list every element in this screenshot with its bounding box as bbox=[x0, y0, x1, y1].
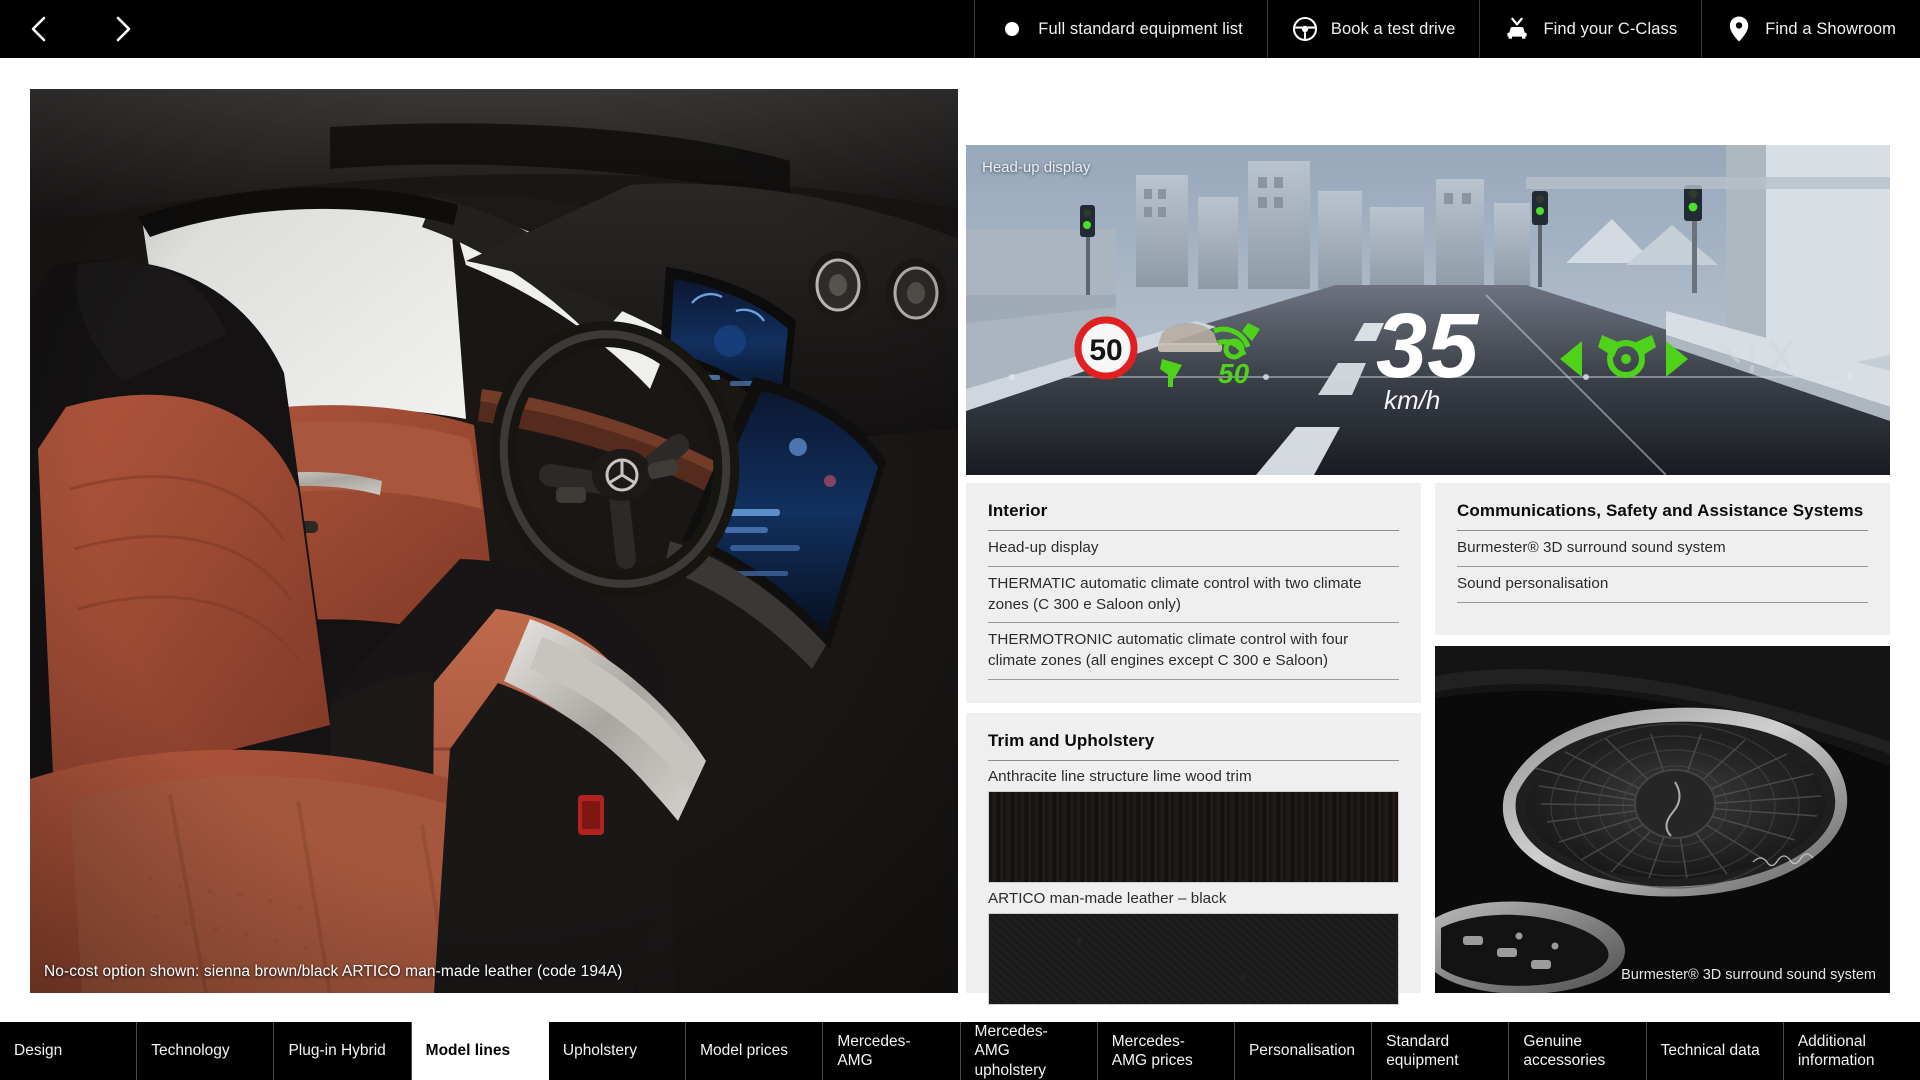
tab-standard-equipment[interactable]: Standard equipment bbox=[1372, 1022, 1510, 1080]
chevron-right-icon bbox=[111, 14, 135, 44]
panel-trim-and-upholstery: Trim and Upholstery Anthracite line stru… bbox=[966, 713, 1421, 1005]
link-label: Book a test drive bbox=[1330, 19, 1456, 38]
tab-technical-data[interactable]: Technical data bbox=[1646, 1022, 1784, 1080]
car-front-icon bbox=[1504, 16, 1530, 42]
interior-hero-artwork bbox=[30, 89, 958, 993]
spec-row: THERMATIC automatic climate control with… bbox=[988, 567, 1399, 624]
tab-upholstery[interactable]: Upholstery bbox=[548, 1022, 687, 1080]
tab-model-prices[interactable]: Model prices bbox=[686, 1022, 824, 1080]
spec-row: Sound personalisation bbox=[1457, 567, 1868, 603]
panel-communications-safety-assistance: Communications, Safety and Assistance Sy… bbox=[1435, 483, 1890, 635]
top-navigation-bar: Full standard equipment list Book a test… bbox=[0, 0, 1920, 58]
swatch-artico-leather[interactable] bbox=[988, 913, 1399, 1005]
svg-text:50: 50 bbox=[1089, 334, 1122, 367]
previous-page-button[interactable] bbox=[22, 12, 56, 46]
tab-mercedes-amg-upholstery[interactable]: Mercedes-AMG upholstery bbox=[960, 1022, 1098, 1080]
link-label: Find your C-Class bbox=[1543, 19, 1678, 38]
tab-design[interactable]: Design bbox=[0, 1022, 138, 1080]
swatch-label: Anthracite line structure lime wood trim bbox=[988, 768, 1252, 785]
map-pin-icon bbox=[1726, 16, 1752, 42]
hud-speed-unit: km/h bbox=[1384, 385, 1440, 415]
page-navigation-arrows bbox=[0, 0, 200, 58]
spec-row: THERMOTRONIC automatic climate control w… bbox=[988, 623, 1399, 681]
content-stage: No-cost option shown: sienna brown/black… bbox=[0, 58, 1920, 1022]
chevron-left-icon bbox=[27, 14, 51, 44]
panel-comms-title: Communications, Safety and Assistance Sy… bbox=[1457, 501, 1868, 531]
dot-icon bbox=[999, 16, 1025, 42]
svg-text:50: 50 bbox=[1218, 358, 1250, 389]
speaker-caption: Burmester® 3D surround sound system bbox=[1621, 967, 1876, 983]
panel-trim-title: Trim and Upholstery bbox=[988, 731, 1399, 761]
section-tab-bar: Design Technology Plug-in Hybrid Model l… bbox=[0, 1022, 1920, 1080]
link-find-your-c-class[interactable]: Find your C-Class bbox=[1479, 0, 1701, 58]
swatch-label: ARTICO man-made leather – black bbox=[988, 890, 1227, 907]
head-up-display-image: 50 50 35 km/h Head-up display bbox=[966, 145, 1890, 475]
hud-caption: Head-up display bbox=[982, 159, 1091, 176]
hero-caption: No-cost option shown: sienna brown/black… bbox=[44, 963, 623, 980]
tab-technology[interactable]: Technology bbox=[137, 1022, 275, 1080]
hud-speed-limit-sign: 50 bbox=[1074, 316, 1138, 380]
speaker-artwork bbox=[1435, 646, 1890, 993]
steering-wheel-icon bbox=[1292, 16, 1318, 42]
hud-speed-value: 35 bbox=[1376, 295, 1480, 397]
tab-personalisation[interactable]: Personalisation bbox=[1234, 1022, 1373, 1080]
link-book-a-test-drive[interactable]: Book a test drive bbox=[1266, 0, 1480, 58]
panel-interior-title: Interior bbox=[988, 501, 1399, 531]
burmester-speaker-image: Burmester® 3D surround sound system bbox=[1435, 646, 1890, 993]
link-label: Full standard equipment list bbox=[1038, 19, 1243, 38]
tab-model-lines[interactable]: Model lines bbox=[411, 1022, 549, 1080]
link-full-standard-equipment-list[interactable]: Full standard equipment list bbox=[974, 0, 1267, 58]
tab-mercedes-amg[interactable]: Mercedes-AMG bbox=[823, 1022, 961, 1080]
spec-row: Burmester® 3D surround sound system bbox=[1457, 531, 1868, 567]
hud-artwork: 50 50 35 km/h bbox=[966, 145, 1890, 475]
next-page-button[interactable] bbox=[106, 12, 140, 46]
link-label: Find a Showroom bbox=[1765, 19, 1896, 38]
link-find-a-showroom[interactable]: Find a Showroom bbox=[1701, 0, 1920, 58]
panel-interior: Interior Head-up display THERMATIC autom… bbox=[966, 483, 1421, 703]
tab-genuine-accessories[interactable]: Genuine accessories bbox=[1509, 1022, 1647, 1080]
swatch-wood-trim[interactable] bbox=[988, 791, 1399, 883]
spec-row: Head-up display bbox=[988, 531, 1399, 567]
topbar-links: Full standard equipment list Book a test… bbox=[974, 0, 1920, 58]
tab-mercedes-amg-prices[interactable]: Mercedes-AMG prices bbox=[1097, 1022, 1235, 1080]
tab-additional-information[interactable]: Additional information bbox=[1783, 1022, 1920, 1080]
tab-plug-in-hybrid[interactable]: Plug-in Hybrid bbox=[274, 1022, 412, 1080]
interior-hero-image: No-cost option shown: sienna brown/black… bbox=[30, 89, 958, 993]
